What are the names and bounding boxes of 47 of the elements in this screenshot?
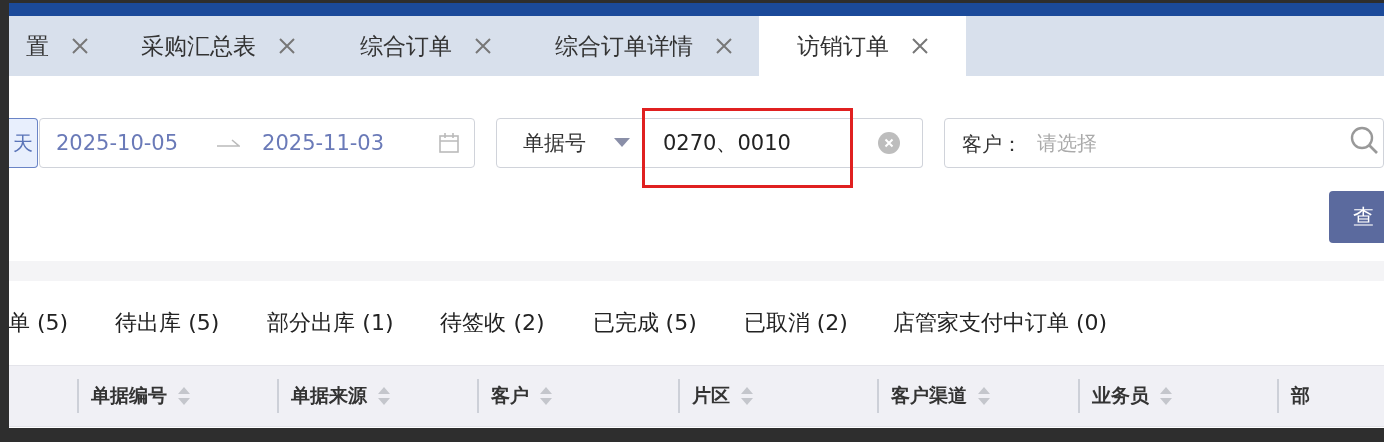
sort-icon[interactable] [977, 385, 991, 407]
sort-icon[interactable] [539, 385, 553, 407]
column-header[interactable]: 客户渠道 [891, 383, 967, 409]
status-tab[interactable]: 已完成 (5) [592, 308, 697, 338]
search-icon[interactable] [1349, 125, 1379, 155]
close-icon[interactable] [910, 37, 929, 55]
sort-icon[interactable] [377, 385, 391, 407]
field-label: 客户： [962, 131, 1022, 158]
tab-label: 访销订单 [796, 31, 889, 61]
close-icon[interactable] [278, 37, 296, 55]
status-tab[interactable]: 待签收 (2) [440, 308, 545, 338]
sort-icon[interactable] [1159, 385, 1173, 407]
close-icon[interactable] [473, 37, 492, 55]
calendar-icon [438, 132, 460, 154]
tab-label: 采购汇总表 [141, 31, 256, 61]
status-tab[interactable]: 店管家支付中订单 (0) [892, 308, 1108, 338]
column-header[interactable]: 部 [1291, 383, 1310, 409]
tab[interactable]: 综合订单详情 [529, 16, 759, 76]
tab[interactable]: 置 [9, 16, 115, 76]
sort-icon[interactable] [177, 385, 191, 407]
close-icon[interactable] [715, 37, 733, 55]
column-header[interactable]: 单据来源 [291, 383, 367, 409]
tab-label: 综合订单 [359, 31, 452, 61]
end-date: 2025-11-03 [262, 131, 385, 155]
close-icon[interactable] [71, 37, 89, 55]
column-header[interactable]: 单据编号 [91, 383, 167, 409]
field-select[interactable]: 单据号 [496, 118, 643, 168]
sort-icon[interactable] [740, 385, 754, 407]
date-preset-button[interactable]: 天 [9, 118, 38, 168]
status-tab[interactable]: 待出库 (5) [115, 308, 220, 338]
status-tab[interactable]: 单 (5) [9, 308, 69, 338]
tab[interactable]: 采购汇总表 [115, 16, 322, 76]
tab-label: 综合订单详情 [555, 31, 693, 61]
query-button[interactable]: 查 [1329, 191, 1384, 243]
column-header[interactable]: 业务员 [1092, 383, 1149, 409]
tab[interactable]: 访销订单 [759, 16, 966, 76]
date-range-field[interactable]: 2025-10-05 2025-11-03 [39, 118, 475, 168]
start-date: 2025-10-05 [56, 131, 179, 155]
clear-icon[interactable] [877, 131, 901, 155]
column-header[interactable]: 片区 [692, 383, 730, 409]
search-field[interactable]: 0270、0010 [643, 118, 923, 168]
column-header[interactable]: 客户 [491, 383, 529, 409]
status-tab[interactable]: 部分出库 (1) [267, 308, 394, 338]
tab[interactable]: 综合订单 [322, 16, 529, 76]
status-tab[interactable]: 已取消 (2) [743, 308, 848, 338]
dropdown-icon [614, 138, 630, 148]
tab-label: 置 [26, 31, 49, 61]
